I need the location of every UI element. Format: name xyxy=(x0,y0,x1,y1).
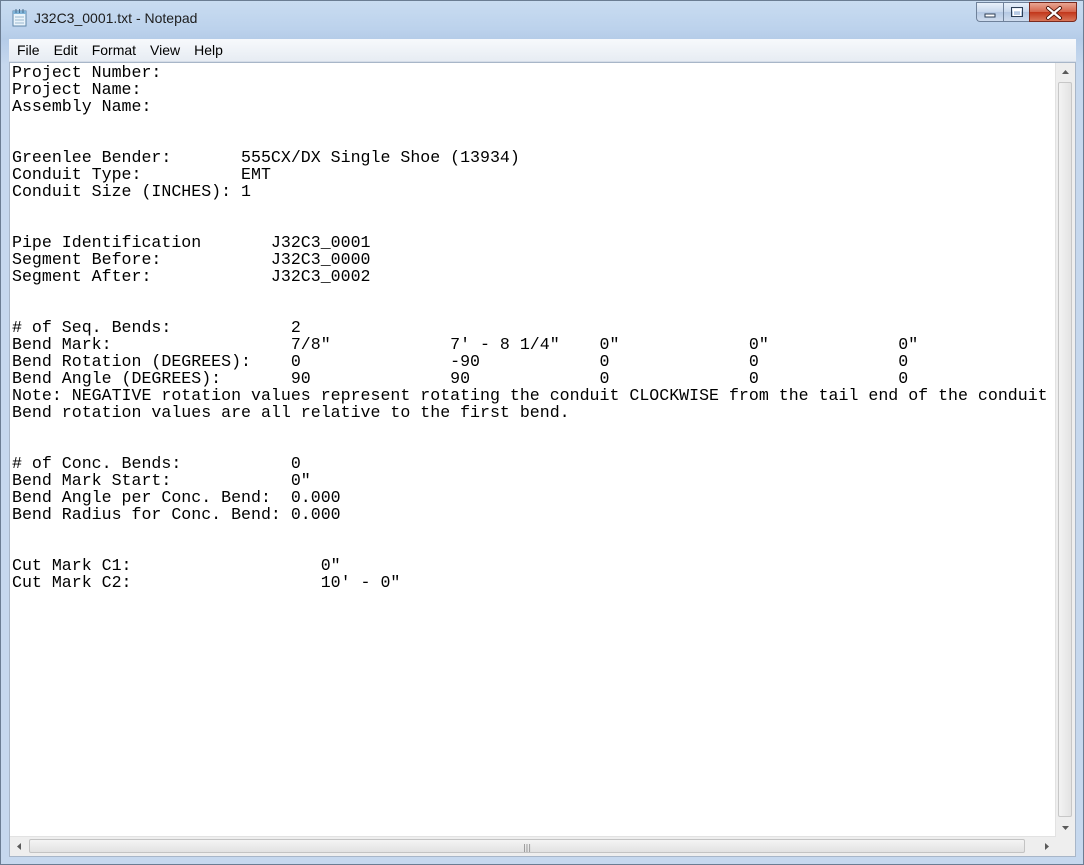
document-line: Bend Radius for Conc. Bend: 0.000 xyxy=(12,505,341,524)
scroll-up-arrow-icon[interactable] xyxy=(1056,63,1075,82)
menu-edit[interactable]: Edit xyxy=(50,40,82,60)
window-title: J32C3_0001.txt - Notepad xyxy=(34,10,198,26)
close-button[interactable] xyxy=(1029,2,1077,22)
scroll-right-arrow-icon[interactable] xyxy=(1037,837,1056,856)
scroll-left-arrow-icon[interactable] xyxy=(10,837,29,856)
maximize-icon xyxy=(1011,7,1023,17)
document-line: Cut Mark C2: 10' - 0" xyxy=(12,573,401,592)
minimize-icon xyxy=(984,13,996,18)
document-line: Conduit Size (INCHES): 1 xyxy=(12,182,251,201)
minimize-button[interactable] xyxy=(976,2,1003,22)
menu-view[interactable]: View xyxy=(146,40,184,60)
document-line: Assembly Name: xyxy=(12,97,152,116)
close-icon xyxy=(1046,6,1062,20)
menu-help[interactable]: Help xyxy=(190,40,227,60)
document-text: Project Number: Project Name: Assembly N… xyxy=(12,64,1056,591)
document-line: Bend rotation values are all relative to… xyxy=(12,403,570,422)
title-bar[interactable]: J32C3_0001.txt - Notepad xyxy=(1,1,1083,37)
document-line: Segment After: J32C3_0002 xyxy=(12,267,371,286)
menu-file[interactable]: File xyxy=(13,40,44,60)
horizontal-scroll-thumb[interactable]: ||| xyxy=(29,839,1025,853)
text-editor[interactable]: Project Number: Project Name: Assembly N… xyxy=(9,62,1076,857)
notepad-window: J32C3_0001.txt - Notepad File Edit Forma… xyxy=(0,0,1084,865)
horizontal-scrollbar[interactable]: ||| xyxy=(10,836,1056,856)
scroll-down-arrow-icon[interactable] xyxy=(1056,818,1075,837)
notepad-icon xyxy=(12,9,27,27)
window-controls xyxy=(976,2,1077,24)
vertical-scrollbar[interactable] xyxy=(1055,63,1075,837)
scroll-grip-icon: ||| xyxy=(522,843,532,852)
menu-format[interactable]: Format xyxy=(88,40,140,60)
menu-bar: File Edit Format View Help xyxy=(9,39,1076,62)
scrollbar-corner xyxy=(1056,837,1075,856)
vertical-scroll-thumb[interactable] xyxy=(1058,82,1072,817)
document-text-area[interactable]: Project Number: Project Name: Assembly N… xyxy=(12,64,1056,835)
maximize-button[interactable] xyxy=(1003,2,1029,22)
